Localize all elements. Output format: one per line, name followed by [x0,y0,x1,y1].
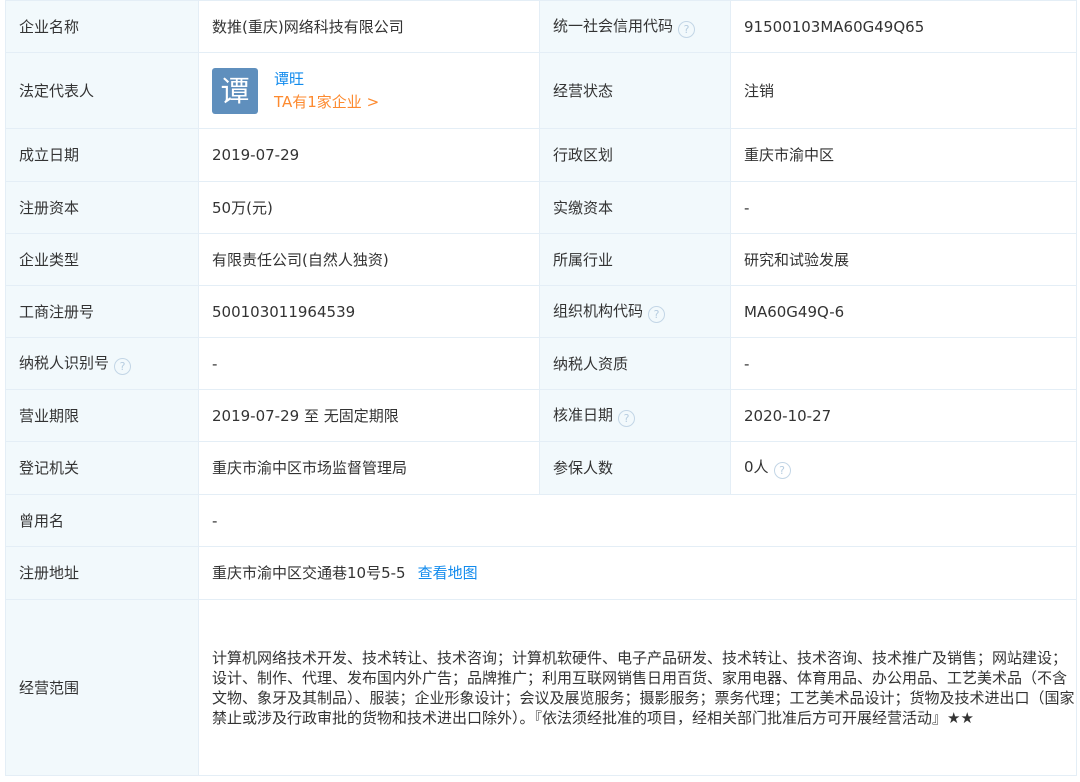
legal-rep-cell: 谭 谭旺 TA有1家企业 > [198,52,540,129]
taxpayer-quality-value: - [730,337,1077,390]
reg-authority-value: 重庆市渝中区市场监督管理局 [198,441,540,495]
industry-value: 研究和试验发展 [730,233,1077,286]
founded-label: 成立日期 [5,128,199,182]
insured-value-cell: 0人? [730,441,1077,495]
address-label: 注册地址 [5,546,199,600]
business-term-value: 2019-07-29 至 无固定期限 [198,389,540,442]
table-row: 法定代表人 谭 谭旺 TA有1家企业 > 经营状态 注销 [5,52,1077,129]
view-map-link[interactable]: 查看地图 [418,564,478,582]
table-row: 注册地址 重庆市渝中区交通巷10号5-5 查看地图 [5,546,1077,600]
table-row: 经营范围 计算机网络技术开发、技术转让、技术咨询；计算机软硬件、电子产品研发、技… [5,599,1077,776]
address-cell: 重庆市渝中区交通巷10号5-5 查看地图 [198,546,1077,600]
region-label: 行政区划 [539,128,731,182]
scope-label: 经营范围 [5,599,199,776]
table-row: 登记机关 重庆市渝中区市场监督管理局 参保人数 0人? [5,441,1077,495]
insured-value: 0人 [744,458,769,476]
taxpayer-id-value: - [198,337,540,390]
org-code-label: 组织机构代码 [553,301,644,320]
table-row: 营业期限 2019-07-29 至 无固定期限 核准日期? 2020-10-27 [5,389,1077,442]
credit-code-label: 统一社会信用代码 [553,16,674,35]
table-row: 成立日期 2019-07-29 行政区划 重庆市渝中区 [5,128,1077,182]
company-info-table: 企业名称 数推(重庆)网络科技有限公司 统一社会信用代码? 91500103MA… [5,0,1077,776]
former-name-label: 曾用名 [5,494,199,547]
approval-date-label: 核准日期 [553,405,614,424]
help-icon[interactable]: ? [618,409,636,427]
taxpayer-id-label: 纳税人识别号 [19,353,110,372]
paid-capital-label: 实缴资本 [539,181,731,234]
reg-number-label: 工商注册号 [5,285,199,338]
reg-number-value: 500103011964539 [198,285,540,338]
table-row: 工商注册号 500103011964539 组织机构代码? MA60G49Q-6 [5,285,1077,338]
company-type-value: 有限责任公司(自然人独资) [198,233,540,286]
founded-value: 2019-07-29 [198,128,540,182]
status-label: 经营状态 [539,52,731,129]
table-row: 纳税人识别号? - 纳税人资质 - [5,337,1077,390]
taxpayer-quality-label: 纳税人资质 [539,337,731,390]
table-row: 企业名称 数推(重庆)网络科技有限公司 统一社会信用代码? 91500103MA… [5,0,1077,53]
table-row: 注册资本 50万(元) 实缴资本 - [5,181,1077,234]
org-code-value: MA60G49Q-6 [730,285,1077,338]
org-code-label-cell: 组织机构代码? [539,285,731,338]
legal-rep-name-link[interactable]: 谭旺 [274,68,379,90]
help-icon[interactable]: ? [773,462,791,479]
credit-code-label-cell: 统一社会信用代码? [539,0,731,53]
table-row: 曾用名 - [5,494,1077,547]
approval-date-label-cell: 核准日期? [539,389,731,442]
region-value: 重庆市渝中区 [730,128,1077,182]
scope-value: 计算机网络技术开发、技术转让、技术咨询；计算机软硬件、电子产品研发、技术转让、技… [198,599,1077,776]
taxpayer-id-label-cell: 纳税人识别号? [5,337,199,390]
company-name-value: 数推(重庆)网络科技有限公司 [198,0,540,53]
approval-date-value: 2020-10-27 [730,389,1077,442]
reg-capital-label: 注册资本 [5,181,199,234]
avatar[interactable]: 谭 [212,67,258,114]
reg-authority-label: 登记机关 [5,441,199,495]
help-icon[interactable]: ? [114,357,132,375]
address-value: 重庆市渝中区交通巷10号5-5 [212,564,406,582]
help-icon[interactable]: ? [678,20,696,38]
related-companies-link[interactable]: TA有1家企业 > [274,90,379,114]
company-name-label: 企业名称 [5,0,199,53]
company-type-label: 企业类型 [5,233,199,286]
credit-code-value: 91500103MA60G49Q65 [730,0,1077,53]
status-value: 注销 [730,52,1077,129]
legal-rep-label: 法定代表人 [5,52,199,129]
help-icon[interactable]: ? [648,305,666,323]
industry-label: 所属行业 [539,233,731,286]
business-term-label: 营业期限 [5,389,199,442]
reg-capital-value: 50万(元) [198,181,540,234]
former-name-value: - [198,494,1077,547]
table-row: 企业类型 有限责任公司(自然人独资) 所属行业 研究和试验发展 [5,233,1077,286]
insured-label: 参保人数 [539,441,731,495]
paid-capital-value: - [730,181,1077,234]
